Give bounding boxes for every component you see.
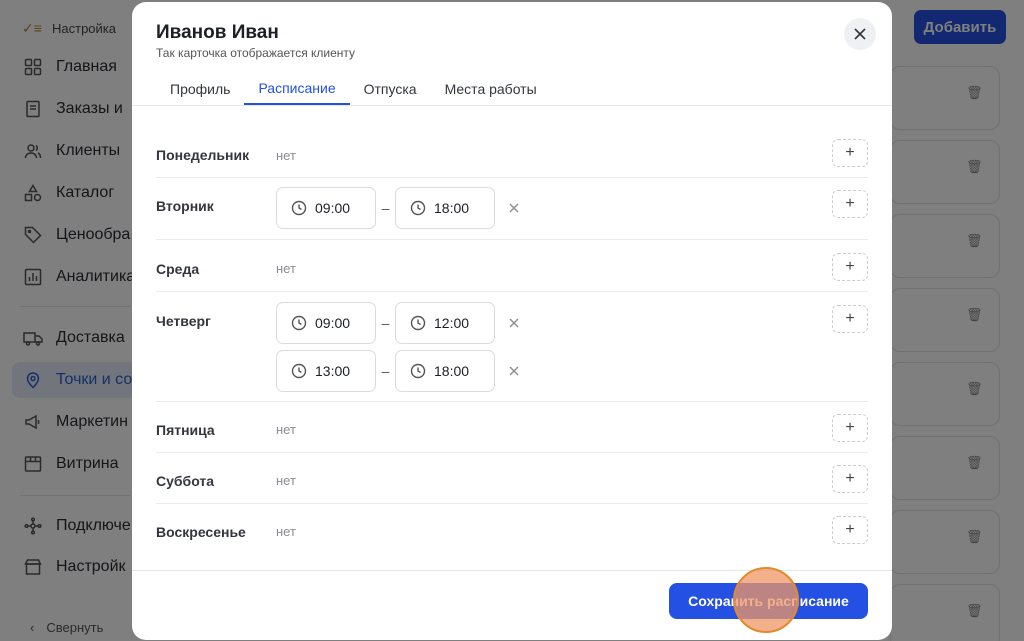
time-slot: 09:00 – 18:00: [276, 187, 521, 229]
modal-title: Иванов Иван: [156, 22, 279, 43]
save-schedule-button[interactable]: Сохранить расписание: [669, 583, 868, 619]
day-name: Среда: [156, 261, 200, 277]
day-name: Понедельник: [156, 147, 250, 163]
add-slot-button[interactable]: +: [832, 305, 868, 333]
time-range-dash: –: [381, 315, 390, 331]
plus-icon: +: [845, 258, 855, 275]
time-slot: 09:00 – 12:00: [276, 302, 521, 344]
day-none-label: нет: [276, 148, 296, 163]
tab-schedule[interactable]: Расписание: [244, 72, 350, 105]
tab-profile[interactable]: Профиль: [156, 72, 244, 105]
add-slot-button[interactable]: +: [832, 190, 868, 218]
clock-icon: [291, 200, 307, 216]
time-value: 13:00: [315, 363, 351, 379]
day-row-sunday: Воскресенье нет +: [156, 504, 868, 555]
day-row-wednesday: Среда нет +: [156, 240, 868, 292]
day-name: Суббота: [156, 473, 215, 489]
time-value: 12:00: [434, 315, 470, 331]
day-row-thursday: Четверг 09:00 – 12:00 13:00 – 18:00 +: [156, 292, 868, 402]
plus-icon: +: [845, 470, 855, 487]
day-none-label: нет: [276, 261, 296, 276]
add-slot-button[interactable]: +: [832, 516, 868, 544]
close-button[interactable]: [844, 18, 876, 50]
day-row-friday: Пятница нет +: [156, 402, 868, 453]
footer-divider: [132, 570, 892, 571]
time-range-dash: –: [381, 363, 390, 379]
time-range-dash: –: [381, 200, 390, 216]
time-from-input[interactable]: 09:00: [276, 302, 376, 344]
plus-icon: +: [845, 419, 855, 436]
day-name: Воскресенье: [156, 524, 246, 540]
close-icon: [854, 28, 866, 40]
add-slot-button[interactable]: +: [832, 139, 868, 167]
tab-vacations[interactable]: Отпуска: [350, 72, 431, 105]
day-name: Пятница: [156, 422, 215, 438]
clock-icon: [410, 363, 426, 379]
day-row-monday: Понедельник нет +: [156, 127, 868, 178]
time-value: 09:00: [315, 200, 351, 216]
tab-workplaces[interactable]: Места работы: [431, 72, 551, 105]
time-value: 09:00: [315, 315, 351, 331]
remove-slot-icon[interactable]: [507, 316, 521, 330]
time-from-input[interactable]: 09:00: [276, 187, 376, 229]
time-slot: 13:00 – 18:00: [276, 350, 521, 392]
day-none-label: нет: [276, 422, 296, 437]
modal-subtitle: Так карточка отображается клиенту: [156, 46, 356, 60]
tabs-divider: [132, 105, 892, 106]
clock-icon: [291, 363, 307, 379]
time-from-input[interactable]: 13:00: [276, 350, 376, 392]
day-none-label: нет: [276, 473, 296, 488]
day-row-saturday: Суббота нет +: [156, 453, 868, 504]
time-to-input[interactable]: 18:00: [395, 350, 495, 392]
clock-icon: [410, 315, 426, 331]
plus-icon: +: [845, 195, 855, 212]
day-none-label: нет: [276, 524, 296, 539]
clock-icon: [291, 315, 307, 331]
clock-icon: [410, 200, 426, 216]
time-value: 18:00: [434, 200, 470, 216]
plus-icon: +: [845, 521, 855, 538]
day-row-tuesday: Вторник 09:00 – 18:00 +: [156, 178, 868, 240]
time-to-input[interactable]: 12:00: [395, 302, 495, 344]
time-to-input[interactable]: 18:00: [395, 187, 495, 229]
time-value: 18:00: [434, 363, 470, 379]
plus-icon: +: [845, 310, 855, 327]
add-slot-button[interactable]: +: [832, 253, 868, 281]
remove-slot-icon[interactable]: [507, 201, 521, 215]
add-slot-button[interactable]: +: [832, 414, 868, 442]
day-name: Четверг: [156, 313, 211, 329]
plus-icon: +: [845, 144, 855, 161]
tabs: Профиль Расписание Отпуска Места работы: [156, 72, 551, 105]
add-slot-button[interactable]: +: [832, 465, 868, 493]
schedule-modal: Иванов Иван Так карточка отображается кл…: [132, 2, 892, 640]
remove-slot-icon[interactable]: [507, 364, 521, 378]
day-name: Вторник: [156, 198, 214, 214]
